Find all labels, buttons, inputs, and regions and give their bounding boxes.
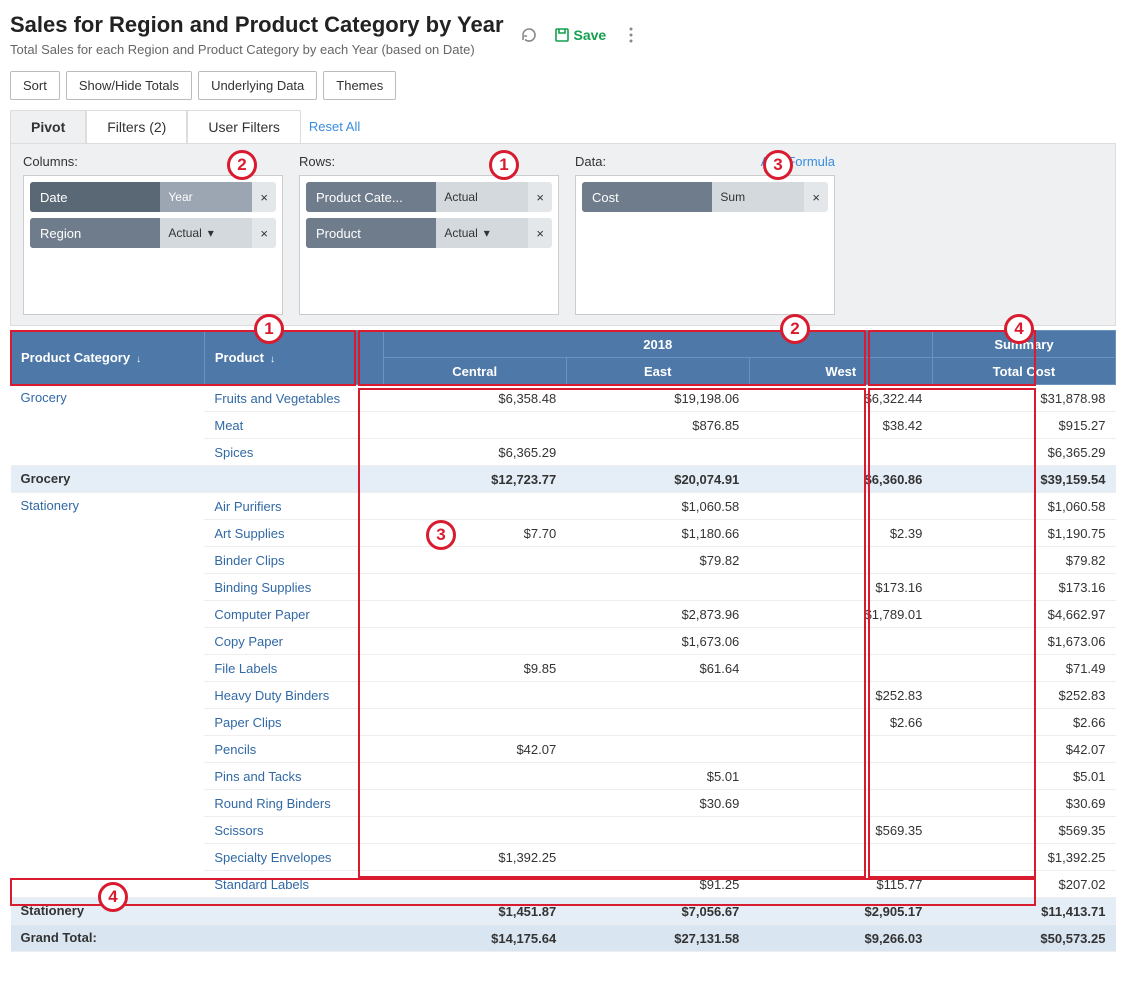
reset-all-link[interactable]: Reset All [309, 119, 360, 134]
row-pill-category[interactable]: Product Cate...Actual× [306, 182, 552, 212]
close-icon[interactable]: × [252, 226, 276, 241]
callout-marker-2b: 2 [780, 314, 810, 344]
config-tabs: Pivot Filters (2) User Filters Reset All [10, 110, 1116, 144]
data-bucket: Data:Add Formula CostSum× [575, 154, 835, 315]
th-product[interactable]: Product↓ [204, 331, 383, 385]
table-row: Stationery$1,451.87$7,056.67$2,905.17$11… [11, 898, 1116, 925]
product-cell: Air Purifiers [204, 493, 383, 520]
th-total-cost[interactable]: Total Cost [932, 358, 1115, 385]
totals-button[interactable]: Show/Hide Totals [66, 71, 192, 100]
grand-total-label: Grand Total: [11, 925, 384, 952]
close-icon[interactable]: × [528, 226, 552, 241]
columns-well[interactable]: DateYear× RegionActual▾× [23, 175, 283, 315]
data-well[interactable]: CostSum× [575, 175, 835, 315]
callout-marker-4: 4 [1004, 314, 1034, 344]
table-row: Grocery$12,723.77$20,074.91$6,360.86$39,… [11, 466, 1116, 493]
th-west[interactable]: West [749, 358, 932, 385]
page-subtitle: Total Sales for each Region and Product … [10, 42, 504, 57]
callout-marker-3b: 3 [426, 520, 456, 550]
product-cell: Spices [204, 439, 383, 466]
product-cell: Binding Supplies [204, 574, 383, 601]
product-cell: Specialty Envelopes [204, 844, 383, 871]
sort-down-icon: ↓ [270, 354, 275, 365]
column-pill-date[interactable]: DateYear× [30, 182, 276, 212]
close-icon[interactable]: × [252, 190, 276, 205]
product-cell: Standard Labels [204, 871, 383, 898]
underlying-button[interactable]: Underlying Data [198, 71, 317, 100]
callout-marker-4b: 4 [98, 882, 128, 912]
close-icon[interactable]: × [804, 190, 828, 205]
save-button[interactable]: Save [554, 27, 607, 43]
refresh-icon[interactable] [518, 24, 540, 46]
product-cell: Art Supplies [204, 520, 383, 547]
product-cell: Heavy Duty Binders [204, 682, 383, 709]
toolbar: Sort Show/Hide Totals Underlying Data Th… [10, 71, 1116, 100]
data-pill-cost[interactable]: CostSum× [582, 182, 828, 212]
close-icon[interactable]: × [528, 190, 552, 205]
pivot-config-pane: Columns: DateYear× RegionActual▾× Rows: … [10, 144, 1116, 326]
product-cell: Round Ring Binders [204, 790, 383, 817]
product-cell: Scissors [204, 817, 383, 844]
th-product-category[interactable]: Product Category↓ [11, 331, 205, 385]
callout-marker-1: 1 [489, 150, 519, 180]
table-row: Grand Total:$14,175.64$27,131.58$9,266.0… [11, 925, 1116, 952]
page-title: Sales for Region and Product Category by… [10, 12, 504, 38]
rows-bucket: Rows: Product Cate...Actual× ProductActu… [299, 154, 559, 315]
chevron-down-icon: ▾ [484, 226, 490, 240]
product-cell: Meat [204, 412, 383, 439]
th-east[interactable]: East [566, 358, 749, 385]
callout-marker-1b: 1 [254, 314, 284, 344]
tab-filters[interactable]: Filters (2) [86, 110, 187, 143]
column-pill-region[interactable]: RegionActual▾× [30, 218, 276, 248]
sort-down-icon: ↓ [136, 354, 141, 365]
data-label: Data: [575, 154, 606, 169]
product-cell: Copy Paper [204, 628, 383, 655]
product-cell: Pencils [204, 736, 383, 763]
save-label: Save [574, 27, 607, 43]
chevron-down-icon: ▾ [208, 226, 214, 240]
table-row: StationeryAir Purifiers$1,060.58$1,060.5… [11, 493, 1116, 520]
sort-button[interactable]: Sort [10, 71, 60, 100]
category-cell: Stationery [11, 493, 205, 898]
pivot-table: Product Category↓ Product↓ 2018 Summary … [10, 330, 1116, 952]
callout-marker-3: 3 [763, 150, 793, 180]
rows-label: Rows: [299, 154, 559, 169]
th-year[interactable]: 2018 [383, 331, 932, 358]
product-cell: Paper Clips [204, 709, 383, 736]
th-central[interactable]: Central [383, 358, 566, 385]
product-cell: File Labels [204, 655, 383, 682]
product-cell: Pins and Tacks [204, 763, 383, 790]
rows-well[interactable]: Product Cate...Actual× ProductActual▾× [299, 175, 559, 315]
tab-pivot[interactable]: Pivot [10, 110, 86, 143]
row-pill-product[interactable]: ProductActual▾× [306, 218, 552, 248]
tab-user-filters[interactable]: User Filters [187, 110, 301, 143]
callout-marker-2: 2 [227, 150, 257, 180]
table-row: GroceryFruits and Vegetables$6,358.48$19… [11, 385, 1116, 412]
product-cell: Fruits and Vegetables [204, 385, 383, 412]
product-cell: Binder Clips [204, 547, 383, 574]
category-cell: Grocery [11, 385, 205, 466]
more-icon[interactable] [620, 24, 642, 46]
themes-button[interactable]: Themes [323, 71, 396, 100]
subtotal-label: Grocery [11, 466, 205, 493]
product-cell: Computer Paper [204, 601, 383, 628]
